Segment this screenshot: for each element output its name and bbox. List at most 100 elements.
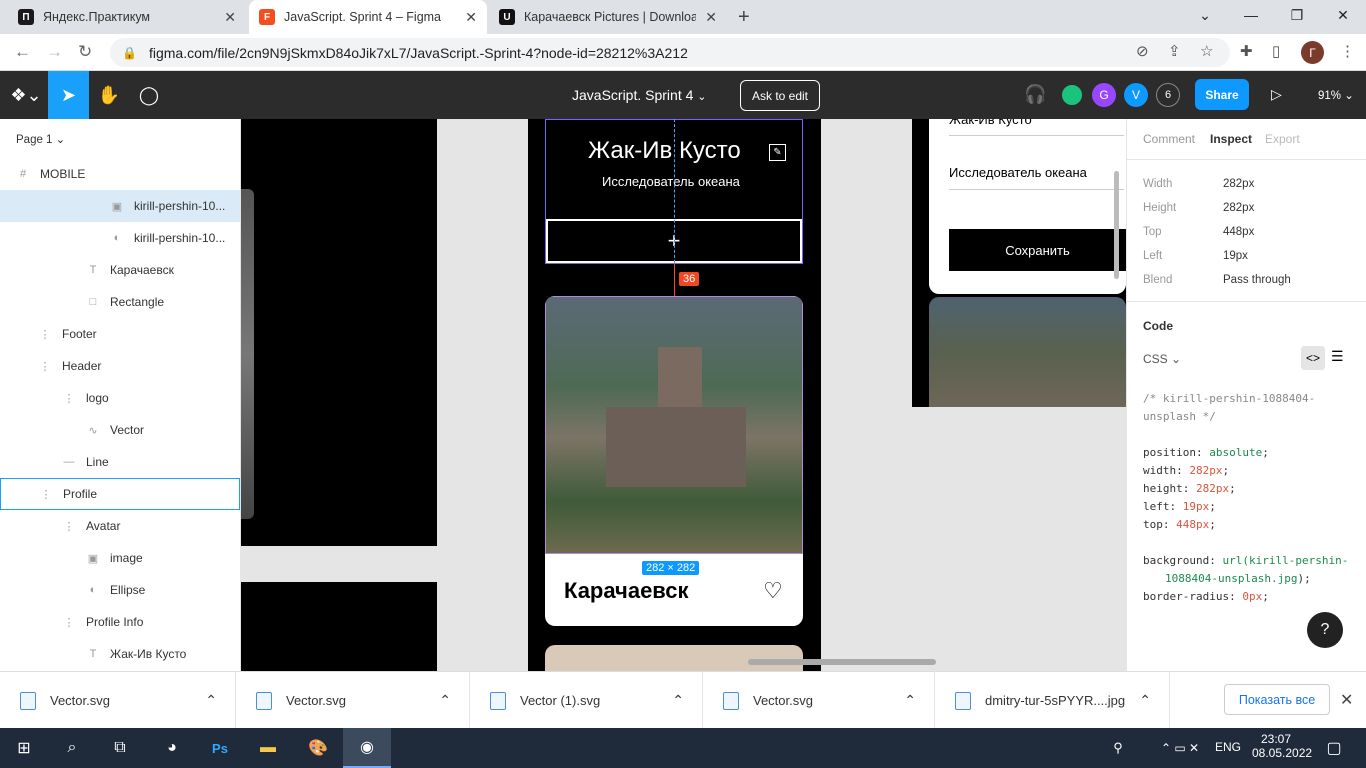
minimize-button[interactable]: —	[1228, 0, 1274, 30]
frame-black-left-2[interactable]	[241, 582, 437, 671]
close-tab-icon[interactable]: ✕	[465, 9, 477, 26]
move-tool-icon[interactable]: ➤	[48, 71, 89, 119]
frame-black-left[interactable]	[241, 119, 437, 546]
next-card-preview[interactable]	[545, 645, 803, 671]
eye-off-icon[interactable]: ⊘	[1136, 42, 1149, 60]
popup-name-field[interactable]: Жак-Ив Кусто	[949, 119, 1032, 127]
chevron-up-icon[interactable]: ⌃	[672, 692, 684, 709]
back-icon[interactable]: ←	[14, 42, 31, 62]
share-button[interactable]: Share	[1195, 79, 1249, 110]
search-icon[interactable]: ⌕	[48, 728, 96, 768]
windows-start-icon[interactable]: ⊞	[0, 728, 48, 768]
property-value[interactable]: 282px	[1223, 178, 1254, 190]
close-downloads-icon[interactable]: ✕	[1340, 690, 1353, 710]
layer-item[interactable]: ⋮ Footer	[0, 318, 240, 350]
tab-comment[interactable]: Comment	[1143, 132, 1195, 146]
chevron-up-icon[interactable]: ⌃	[439, 692, 451, 709]
collaborator-avatar-v[interactable]: V	[1124, 83, 1148, 107]
profile-name[interactable]: Жак-Ив Кусто	[588, 137, 741, 165]
card-image[interactable]	[545, 296, 803, 554]
list-view-icon[interactable]: ☰	[1331, 348, 1344, 365]
tab-export[interactable]: Export	[1265, 132, 1300, 146]
layer-item[interactable]: ⋮ Profile Info	[0, 606, 240, 638]
task-view-icon[interactable]: ⧉	[96, 728, 144, 768]
close-tab-icon[interactable]: ✕	[224, 9, 236, 26]
tab-inspect[interactable]: Inspect	[1210, 132, 1252, 146]
forward-icon[interactable]: →	[46, 42, 63, 62]
layer-item[interactable]: ⋮ Avatar	[0, 510, 240, 542]
layer-item[interactable]: ◐ kirill-pershin-10...	[0, 222, 240, 254]
collaborator-avatar-g[interactable]: G	[1092, 83, 1116, 107]
card-image-preview[interactable]	[929, 297, 1126, 407]
figma-menu-icon[interactable]: ❖⌄	[4, 71, 48, 119]
chevron-up-icon[interactable]: ⌃	[1139, 692, 1151, 709]
save-button[interactable]: Сохранить	[949, 229, 1126, 271]
user-avatar[interactable]	[1060, 83, 1084, 107]
side-panel-icon[interactable]: ▯	[1272, 42, 1280, 60]
photoshop-icon[interactable]: Ps	[196, 728, 244, 768]
like-heart-icon[interactable]: ♡	[763, 578, 783, 604]
layer-item[interactable]: ⋮ Profile	[0, 478, 240, 510]
edit-profile-icon[interactable]: ✎	[769, 144, 786, 161]
tab-yandex-practicum[interactable]: П Яндекс.Практикум ✕	[8, 0, 246, 34]
profile-avatar[interactable]: Г	[1301, 41, 1324, 64]
layer-item[interactable]: — Line	[0, 446, 240, 478]
tab-figma[interactable]: F JavaScript. Sprint 4 – Figma ✕	[249, 0, 487, 34]
place-card[interactable]: 282 × 282 Карачаевск ♡	[545, 296, 803, 626]
horizontal-scrollbar[interactable]	[748, 659, 936, 665]
comment-tool-icon[interactable]: ◯	[129, 71, 169, 119]
layer-item[interactable]: ▣ kirill-pershin-10...	[0, 190, 240, 222]
layer-item[interactable]: ∿ Vector	[0, 414, 240, 446]
download-item[interactable]: dmitry-tur-5sPYYR....jpg ⌃	[935, 672, 1170, 729]
download-item[interactable]: Vector.svg ⌃	[0, 672, 236, 729]
layer-item[interactable]: T Карачаевск	[0, 254, 240, 286]
chevron-up-icon[interactable]: ⌃	[205, 692, 217, 709]
file-explorer-icon[interactable]: ▬	[244, 728, 292, 768]
paint-icon[interactable]: 🎨	[294, 728, 342, 768]
bookmark-star-icon[interactable]: ☆	[1200, 42, 1213, 60]
file-name[interactable]: JavaScript. Sprint 4 ⌄	[572, 87, 707, 103]
property-value[interactable]: 19px	[1223, 250, 1248, 262]
zoom-level[interactable]: 91% ⌄	[1318, 88, 1354, 102]
new-tab-button[interactable]: +	[738, 6, 750, 29]
present-play-icon[interactable]: ▷	[1271, 86, 1282, 103]
download-item[interactable]: Vector.svg ⌃	[236, 672, 470, 729]
download-item[interactable]: Vector (1).svg ⌃	[470, 672, 703, 729]
ask-to-edit-button[interactable]: Ask to edit	[740, 80, 820, 111]
restore-button[interactable]: ❐	[1274, 0, 1320, 30]
reload-icon[interactable]: ↻	[78, 42, 92, 62]
hand-tool-icon[interactable]: ✋	[89, 71, 129, 119]
url-field[interactable]: 🔒 figma.com/file/2cn9N9jSkmxD84oJik7xL7/…	[110, 38, 1230, 67]
menu-icon[interactable]: ⋮	[1340, 42, 1355, 60]
layer-item[interactable]: ▣ image	[0, 542, 240, 574]
popup-frame[interactable]: Жак-Ив Кусто Исследователь океана Сохран…	[912, 119, 1126, 407]
property-value[interactable]: 448px	[1223, 226, 1254, 238]
close-tab-icon[interactable]: ✕	[705, 9, 717, 26]
help-button[interactable]: ?	[1307, 612, 1343, 648]
layer-item[interactable]: ⋮ Header	[0, 350, 240, 382]
page-selector[interactable]: Page 1 ⌄	[16, 132, 65, 146]
layer-item[interactable]: ◐ Ellipse	[0, 574, 240, 606]
clock[interactable]: 23:07 08.05.2022	[1252, 732, 1312, 760]
layer-item[interactable]: # MOBILE	[0, 158, 240, 190]
layer-item[interactable]: □ Rectangle	[0, 286, 240, 318]
input-language[interactable]: ENG	[1215, 740, 1241, 754]
popup-description-field[interactable]: Исследователь океана	[949, 165, 1087, 180]
edit-popup[interactable]: Жак-Ив Кусто Исследователь океана Сохран…	[929, 119, 1126, 294]
layer-item[interactable]: T Жак-Ив Кусто	[0, 638, 240, 670]
extensions-icon[interactable]: ✚	[1240, 42, 1253, 60]
layer-item[interactable]: ⋮ logo	[0, 382, 240, 414]
property-value[interactable]: 282px	[1223, 202, 1254, 214]
chevron-up-icon[interactable]: ⌃	[904, 692, 916, 709]
code-view-icon[interactable]: <>	[1301, 346, 1325, 370]
mobile-frame[interactable]: Жак-Ив Кусто ✎ Исследователь океана + 36…	[528, 119, 821, 671]
tab-search-icon[interactable]: ⌄	[1182, 0, 1228, 30]
profile-description[interactable]: Исследователь океана	[602, 174, 740, 189]
share-icon[interactable]: ⇪	[1168, 42, 1181, 60]
chrome-icon[interactable]: ◉	[343, 728, 391, 768]
viewer-count-badge[interactable]: 6	[1156, 83, 1180, 107]
tab-unsplash[interactable]: U Карачаевск Pictures | Download ✕	[489, 0, 727, 34]
property-value[interactable]: Pass through	[1223, 274, 1291, 286]
download-item[interactable]: Vector.svg ⌃	[703, 672, 935, 729]
code-language-select[interactable]: CSS ⌄	[1143, 352, 1181, 366]
